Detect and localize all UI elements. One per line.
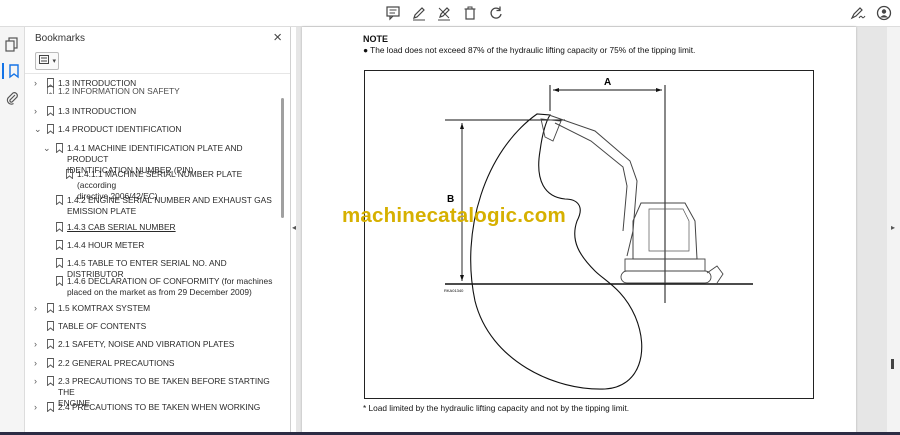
comment-icon[interactable]: [385, 5, 401, 21]
bookmark-item[interactable]: ⌄ 1.4.1 MACHINE IDENTIFICATION PLATE AND …: [25, 143, 280, 175]
bookmark-item[interactable]: TABLE OF CONTENTS: [25, 321, 280, 333]
bookmark-item[interactable]: › 2.3 PRECAUTIONS TO BE TAKEN BEFORE STAR…: [25, 376, 280, 408]
sign-icon[interactable]: [850, 5, 866, 21]
note-title: NOTE: [363, 34, 389, 44]
bookmark-item[interactable]: 1.4.1.1 MACHINE SERIAL NUMBER PLATE (acc…: [25, 169, 280, 201]
bookmark-label: 1.4.2 ENGINE SERIAL NUMBER AND EXHAUST G…: [67, 195, 278, 217]
panel-title: Bookmarks: [35, 33, 86, 44]
bookmark-icon: [47, 339, 54, 349]
chevron-down-icon[interactable]: ⌄: [43, 143, 53, 154]
lifting-range-diagram: A B RKA01340: [444, 77, 753, 390]
bookmark-icon: [47, 402, 54, 412]
close-icon[interactable]: ×: [273, 29, 282, 46]
bookmarks-panel: Bookmarks × ▾ 1.2 INFORMATION ON SAFETY ›…: [25, 27, 291, 435]
bookmark-label: 1.4.3 CAB SERIAL NUMBER: [67, 222, 176, 232]
bookmark-item[interactable]: › 2.4 PRECAUTIONS TO BE TAKEN WHEN WORKIN…: [25, 402, 280, 414]
left-rail: [0, 27, 25, 435]
bookmarks-icon[interactable]: [2, 63, 22, 79]
bookmark-label-line: 2.3 PRECAUTIONS TO BE TAKEN BEFORE START…: [58, 376, 270, 397]
chevron-right-icon[interactable]: ›: [34, 402, 44, 413]
bookmark-icon: [56, 195, 63, 205]
bookmark-item[interactable]: › 2.2 GENERAL PRECAUTIONS: [25, 358, 280, 370]
highlight-icon[interactable]: [436, 5, 452, 21]
bookmark-item[interactable]: 1.4.6 DECLARATION OF CONFORMITY (for mac…: [25, 276, 280, 300]
pen-icon[interactable]: [411, 5, 427, 21]
chevron-right-icon[interactable]: ›: [34, 339, 44, 350]
bookmark-label-line: 1.4.1 MACHINE IDENTIFICATION PLATE AND P…: [67, 143, 243, 164]
bookmark-icon: [66, 169, 73, 179]
dimension-a-label: A: [604, 77, 611, 88]
bookmarks-toolbar: ▾: [25, 49, 290, 74]
watermark: machinecatalogic.com: [342, 204, 566, 227]
bookmark-item[interactable]: 1.4.3 CAB SERIAL NUMBER: [25, 222, 280, 234]
bookmark-icon: [47, 303, 54, 313]
attachment-icon[interactable]: [4, 90, 20, 106]
chevron-down-icon[interactable]: ⌄: [34, 124, 44, 135]
chevron-down-icon: ▾: [52, 58, 56, 65]
bookmark-label: 2.4 PRECAUTIONS TO BE TAKEN WHEN WORKING: [58, 402, 261, 412]
bookmark-icon: [56, 276, 63, 286]
bookmark-label: 1.2 INFORMATION ON SAFETY: [58, 86, 180, 94]
figure-code: RKA01340: [444, 288, 464, 293]
bookmark-item[interactable]: › 1.5 KOMTRAX SYSTEM: [25, 303, 280, 315]
bookmark-tree: 1.2 INFORMATION ON SAFETY › 1.3 INTRODUCTI…: [25, 73, 280, 435]
pdf-page: NOTE ● The load does not exceed 87% of t…: [302, 27, 856, 435]
bookmark-label: TABLE OF CONTENTS: [58, 321, 147, 331]
bookmark-label: 1.3 INTRODUCTION: [58, 106, 137, 116]
list-options-icon: [39, 55, 49, 64]
account-icon[interactable]: [876, 5, 892, 21]
bookmark-item[interactable]: › 1.3 INTRODUCTION: [25, 106, 280, 118]
rotate-icon[interactable]: [488, 5, 504, 21]
bookmark-item[interactable]: › 2.1 SAFETY, NOISE AND VIBRATION PLATES: [25, 339, 280, 351]
scroll-thumb[interactable]: [891, 359, 894, 369]
bookmark-label: 1.4.6 DECLARATION OF CONFORMITY (for mac…: [67, 276, 278, 298]
delete-icon[interactable]: [462, 5, 478, 21]
options-menu-button[interactable]: ▾: [35, 52, 59, 70]
bookmarks-scrollbar[interactable]: [281, 98, 284, 218]
chevron-right-icon[interactable]: ›: [34, 376, 44, 387]
expand-right-panel-icon[interactable]: ▸: [891, 223, 895, 232]
bookmark-label-line: 1.4.6 DECLARATION OF CONFORMITY (for mac…: [67, 276, 273, 286]
bookmark-icon: [56, 143, 63, 153]
bookmarks-panel-header: Bookmarks ×: [25, 27, 290, 49]
bookmark-label: 1.4 PRODUCT IDENTIFICATION: [58, 124, 182, 134]
bookmark-label: 1.4.4 HOUR METER: [67, 240, 145, 250]
bookmark-label-line: 1.4.1.1 MACHINE SERIAL NUMBER PLATE (acc…: [77, 169, 243, 190]
pages-icon[interactable]: [4, 36, 20, 52]
bookmark-icon: [47, 106, 54, 116]
bookmark-icon: [56, 240, 63, 250]
excavator-lifting-diagram: A B RKA01340: [364, 70, 814, 399]
bookmark-icon: [56, 222, 63, 232]
note-text: ● The load does not exceed 87% of the hy…: [363, 45, 696, 55]
chevron-right-icon[interactable]: ›: [34, 303, 44, 314]
bookmark-label-line: placed on the market as from 29 December…: [67, 287, 252, 297]
footnote: * Load limited by the hydraulic lifting …: [363, 403, 630, 413]
bookmark-item[interactable]: 1.4.4 HOUR METER: [25, 240, 280, 252]
bookmark-item[interactable]: ⌄ 1.4 PRODUCT IDENTIFICATION: [25, 124, 280, 136]
bookmark-label: 2.2 GENERAL PRECAUTIONS: [58, 358, 175, 368]
top-toolbar: [0, 0, 900, 27]
document-viewer: NOTE ● The load does not exceed 87% of t…: [296, 27, 888, 435]
bookmark-icon: [56, 258, 63, 268]
bookmark-icon: [47, 86, 54, 94]
bookmark-icon: [47, 376, 54, 386]
bookmark-icon: [47, 358, 54, 368]
bookmark-label-line: EMISSION PLATE: [67, 206, 137, 216]
bookmark-label: 2.1 SAFETY, NOISE AND VIBRATION PLATES: [58, 339, 235, 349]
bookmark-icon: [47, 124, 54, 134]
bookmark-label-line: 1.4.2 ENGINE SERIAL NUMBER AND EXHAUST G…: [67, 195, 272, 205]
bookmark-item[interactable]: 1.4.2 ENGINE SERIAL NUMBER AND EXHAUST G…: [25, 195, 280, 219]
chevron-right-icon[interactable]: ›: [34, 106, 44, 117]
bookmark-label: 1.5 KOMTRAX SYSTEM: [58, 303, 151, 313]
bookmark-item[interactable]: 1.2 INFORMATION ON SAFETY: [25, 86, 280, 94]
bookmark-item[interactable]: 1.4.5 TABLE TO ENTER SERIAL NO. AND DIST…: [25, 258, 280, 279]
chevron-right-icon[interactable]: ›: [34, 358, 44, 369]
bookmark-icon: [47, 321, 54, 331]
